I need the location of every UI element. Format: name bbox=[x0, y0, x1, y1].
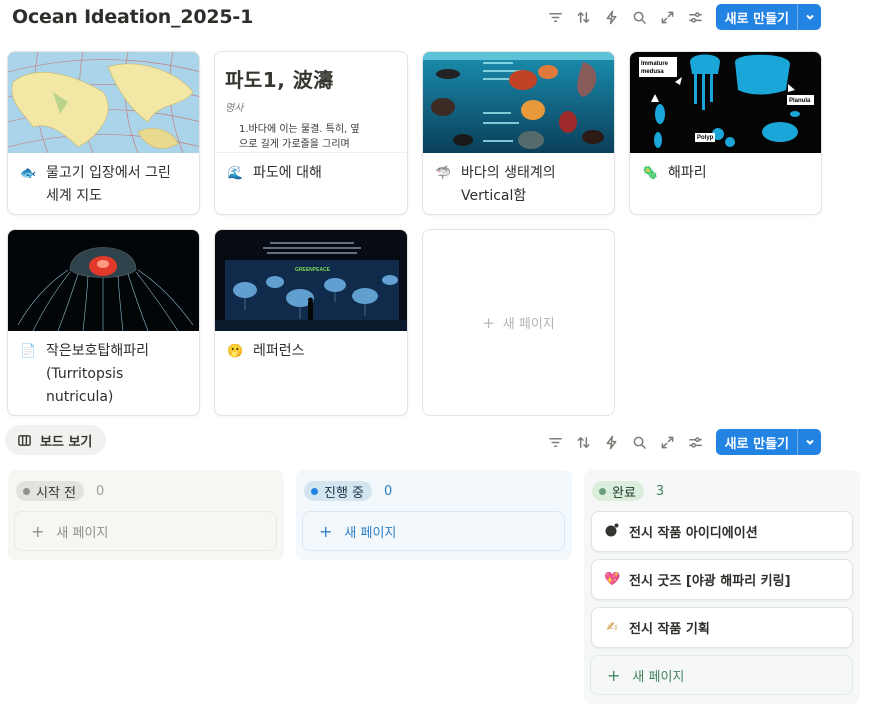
page-icon: 📄 bbox=[20, 344, 37, 359]
chevron-down-icon[interactable] bbox=[797, 4, 821, 30]
gallery-card-wave[interactable]: 파도1, 波濤 명사 1.바다에 이는 물결. 특히, 옆 으로 길게 가로줄을… bbox=[214, 51, 408, 215]
new-button[interactable]: 새로 만들기 bbox=[715, 4, 821, 30]
card-title: 🐟 물고기 입장에서 그린 세계 지도 bbox=[8, 153, 199, 208]
column-new-page-button[interactable]: + 새 페이지 bbox=[302, 511, 565, 551]
page-title: Ocean Ideation_2025-1 bbox=[12, 6, 254, 28]
column-header: 시작 전 0 bbox=[16, 480, 284, 502]
gallery-card-jellyfish[interactable]: Immature medusa Planula Polyp 🦠 해파리 bbox=[629, 51, 822, 215]
search-icon[interactable] bbox=[626, 3, 654, 31]
column-new-page-button[interactable]: + 새 페이지 bbox=[14, 511, 277, 551]
status-dot bbox=[599, 487, 606, 495]
view-tab-label: 보드 보기 bbox=[40, 434, 93, 450]
card-cover-world-map bbox=[8, 52, 199, 153]
status-badge[interactable]: 시작 전 bbox=[16, 481, 85, 501]
new-button-label[interactable]: 새로 만들기 bbox=[716, 4, 797, 30]
plus-icon: + bbox=[31, 521, 45, 541]
lightning-icon[interactable] bbox=[598, 428, 626, 456]
column-new-page-button[interactable]: + 새 페이지 bbox=[590, 655, 853, 695]
card-cover-exhibition: GREENPEACE bbox=[215, 230, 407, 331]
board-card-title: 전시 작품 아이디에이션 bbox=[629, 526, 758, 541]
board-card[interactable]: ✍ 전시 작품 기획 bbox=[591, 607, 853, 648]
card-cover-jellyfish-lifecycle: Immature medusa Planula Polyp bbox=[630, 52, 821, 153]
new-page-label: 새 페이지 bbox=[502, 317, 555, 332]
status-dot bbox=[23, 487, 30, 495]
lightning-icon[interactable] bbox=[598, 3, 626, 31]
board-new-button[interactable]: 새로 만들기 bbox=[715, 429, 821, 455]
wave-icon: 🌊 bbox=[227, 166, 244, 181]
heart-icon: 💖 bbox=[604, 572, 621, 587]
settings-sliders-icon[interactable] bbox=[682, 3, 710, 31]
sort-icon[interactable] bbox=[570, 3, 598, 31]
microbe-icon: 🦠 bbox=[642, 166, 659, 181]
board-card-title: 전시 굿즈 [야광 해파리 키링] bbox=[629, 574, 791, 589]
status-dot bbox=[311, 487, 318, 495]
card-title: 🫢 레퍼런스 bbox=[215, 331, 407, 363]
writing-hand-icon: ✍ bbox=[606, 620, 618, 635]
gallery-card-reference[interactable]: GREENPEACE 🫢 레퍼런스 bbox=[214, 229, 408, 416]
filter-icon[interactable] bbox=[542, 3, 570, 31]
column-count: 0 bbox=[96, 483, 105, 499]
chevron-down-icon[interactable] bbox=[797, 429, 821, 455]
gallery-new-page[interactable]: + 새 페이지 bbox=[422, 229, 615, 416]
board-column-in-progress: 진행 중 0 + 새 페이지 bbox=[296, 470, 572, 560]
cover-heading: 파도1, 波濤 bbox=[225, 68, 334, 92]
board-card[interactable]: 💖 전시 굿즈 [야광 해파리 키링] bbox=[591, 559, 853, 600]
board-toolbar: 새로 만들기 bbox=[542, 428, 821, 456]
plus-icon: + bbox=[319, 521, 333, 541]
plus-icon: + bbox=[482, 313, 495, 332]
card-title: 🦈 바다의 생태계의 Vertical함 bbox=[423, 153, 614, 208]
card-title: 🦠 해파리 bbox=[630, 153, 821, 185]
cover-brand-text: GREENPEACE bbox=[295, 267, 331, 273]
board-column-done: 완료 3 전시 작품 아이디에이션 💖 전시 굿즈 [야광 해파리 키링] ✍ … bbox=[584, 470, 860, 704]
emoji-hand-over-mouth-icon: 🫢 bbox=[227, 344, 244, 359]
plus-icon: + bbox=[607, 665, 621, 685]
sort-icon[interactable] bbox=[570, 428, 598, 456]
cover-label-polyp: Polyp bbox=[697, 135, 714, 141]
database-toolbar: 새로 만들기 bbox=[542, 3, 821, 31]
tab-board-view[interactable]: 보드 보기 bbox=[5, 425, 107, 455]
filter-icon[interactable] bbox=[542, 428, 570, 456]
svg-text:medusa: medusa bbox=[641, 69, 664, 75]
fish-icon: 🐟 bbox=[20, 166, 37, 181]
board-view-bar: 보드 보기 새로 만들기 bbox=[0, 425, 871, 457]
new-button-label[interactable]: 새로 만들기 bbox=[716, 429, 797, 455]
gallery-card-turritopsis[interactable]: 📄 작은보호탑해파리 (Turritopsis nutricula) bbox=[7, 229, 200, 416]
shark-icon: 🦈 bbox=[435, 166, 452, 181]
card-cover-deep-sea bbox=[423, 52, 614, 153]
card-title: 📄 작은보호탑해파리 (Turritopsis nutricula) bbox=[8, 331, 199, 409]
settings-sliders-icon[interactable] bbox=[682, 428, 710, 456]
cover-label-planula: Planula bbox=[789, 98, 811, 104]
board-column-todo: 시작 전 0 + 새 페이지 bbox=[8, 470, 284, 560]
board-card-title: 전시 작품 기획 bbox=[629, 622, 710, 637]
gallery-card-world-map[interactable]: 🐟 물고기 입장에서 그린 세계 지도 bbox=[7, 51, 200, 215]
status-badge[interactable]: 진행 중 bbox=[304, 481, 373, 501]
gallery-card-ecosystem[interactable]: 🦈 바다의 생태계의 Vertical함 bbox=[422, 51, 615, 215]
column-count: 0 bbox=[384, 483, 393, 499]
card-cover-wave-text: 파도1, 波濤 명사 1.바다에 이는 물결. 특히, 옆 으로 길게 가로줄을… bbox=[215, 52, 407, 153]
cover-definition: 1.바다에 이는 물결. 특히, 옆 으로 길게 가로줄을 그리며 bbox=[239, 124, 360, 150]
board-columns-icon bbox=[18, 434, 31, 446]
column-count: 3 bbox=[655, 483, 665, 499]
ideation-icon bbox=[604, 523, 620, 541]
column-header: 완료 3 bbox=[592, 480, 860, 502]
board-card[interactable]: 전시 작품 아이디에이션 bbox=[591, 511, 853, 552]
status-badge[interactable]: 완료 bbox=[592, 481, 644, 501]
card-cover-immortal-jellyfish bbox=[8, 230, 199, 331]
expand-icon[interactable] bbox=[654, 428, 682, 456]
column-header: 진행 중 0 bbox=[304, 480, 572, 502]
card-title: 🌊 파도에 대해 bbox=[215, 153, 407, 185]
cover-label-immature: Immature bbox=[641, 61, 669, 67]
expand-icon[interactable] bbox=[654, 3, 682, 31]
database-header: Ocean Ideation_2025-1 새로 만들기 bbox=[0, 0, 871, 38]
cover-part-of-speech: 명사 bbox=[225, 103, 244, 114]
search-icon[interactable] bbox=[626, 428, 654, 456]
